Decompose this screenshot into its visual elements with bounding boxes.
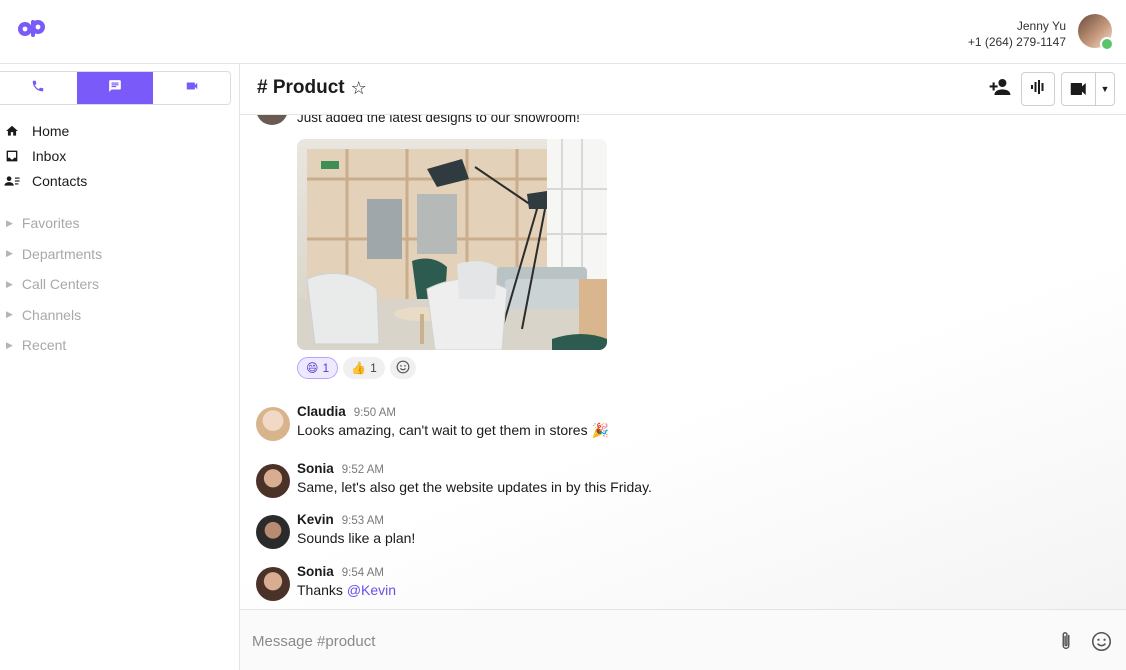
smiley-icon [396,360,410,377]
sender-name[interactable]: Claudia [297,404,346,419]
main-panel: # Product ☆ ▼ Just added the latest desi… [240,64,1126,670]
group-recent-label: Recent [21,337,67,354]
reactions-bar: 😄 1 👍 1 [297,357,416,379]
nav-contacts[interactable]: Contacts [0,168,240,193]
tab-video[interactable] [153,72,230,104]
video-camera-icon [184,79,200,98]
audio-wave-icon [1030,79,1046,100]
message-meta: Kevin 9:53 AM [297,512,384,527]
top-bar: Jenny Yu +1 (264) 279-1147 [0,0,1126,64]
reaction-grin[interactable]: 😄 1 [297,357,339,379]
reaction-thumbs-up[interactable]: 👍 1 [343,357,385,379]
channel-name: # Product [257,77,345,98]
caret-right-icon: ▶ [6,248,13,259]
message-input[interactable] [252,630,1032,652]
channel-title: # Product ☆ [257,77,367,99]
sender-name[interactable]: Sonia [297,461,334,476]
emoji-picker-icon[interactable] [1089,629,1113,653]
home-icon [4,123,20,139]
message-item: Kevin 9:53 AM Sounds like a plan! [256,512,1076,554]
contacts-icon [4,173,20,189]
avatar[interactable] [256,567,290,601]
message-meta: Claudia 9:50 AM [297,404,396,419]
showroom-photo[interactable] [297,139,607,350]
caret-right-icon: ▶ [6,339,13,350]
nav-inbox-label: Inbox [32,147,67,164]
caret-right-icon: ▶ [6,217,13,228]
video-call-button[interactable]: ▼ [1061,72,1115,106]
message-feed: Just added the latest designs to our sho… [240,115,1126,609]
message-meta: Sonia 9:54 AM [297,564,384,579]
caret-right-icon: ▶ [6,309,13,320]
message-time: 9:50 AM [353,407,396,419]
mode-tabs [0,71,231,105]
group-favorites[interactable]: ▶ Favorites [0,208,240,239]
message-text: Looks amazing, can't wait to get them in… [297,422,609,438]
sidebar-groups: ▶ Favorites ▶ Departments ▶ Call Centers… [0,208,240,361]
nav-home-label: Home [32,122,70,139]
reaction-count: 1 [322,361,330,375]
video-camera-icon [1062,73,1096,105]
channel-header: # Product ☆ ▼ [240,64,1126,115]
message-composer [240,609,1126,670]
group-departments[interactable]: ▶ Departments [0,239,240,270]
nav-contacts-label: Contacts [32,172,88,189]
primary-nav: Home Inbox Contacts [0,118,240,193]
inbox-icon [4,148,20,164]
message-time: 9:53 AM [341,515,384,527]
avatar[interactable] [256,407,290,441]
add-member-button[interactable] [985,72,1015,106]
sender-name[interactable]: Kevin [297,512,334,527]
thumbs-up-emoji-icon: 👍 [351,361,367,375]
audio-call-button[interactable] [1021,72,1055,106]
user-info[interactable]: Jenny Yu +1 (264) 279-1147 [968,18,1066,50]
message-item: Sonia 9:52 AM Same, let's also get the w… [256,461,1076,503]
group-channels-label: Channels [21,306,82,323]
caret-right-icon: ▶ [6,278,13,289]
tab-calls[interactable] [0,72,77,104]
user-phone: +1 (264) 279-1147 [967,35,1066,49]
message-meta: Sonia 9:52 AM [297,461,384,476]
paperclip-icon[interactable] [1055,629,1077,653]
sender-name[interactable]: Sonia [297,564,334,579]
group-call-centers[interactable]: ▶ Call Centers [0,269,240,300]
message-text: Thanks @Kevin [297,582,396,598]
add-person-icon [988,78,1012,101]
message-item: Claudia 9:50 AM Looks amazing, can't wai… [256,404,1076,446]
chat-icon [108,79,122,98]
reaction-count: 1 [370,361,377,375]
message-time: 9:52 AM [341,464,384,476]
nav-inbox[interactable]: Inbox [0,143,240,168]
star-icon[interactable]: ☆ [351,78,367,99]
group-channels[interactable]: ▶ Channels [0,300,240,331]
chevron-down-icon[interactable]: ▼ [1096,84,1114,94]
user-mention[interactable]: @Kevin [347,582,396,598]
nav-home[interactable]: Home [0,118,240,143]
message-time: 9:54 AM [341,567,384,579]
message-text: Just added the latest designs to our sho… [297,115,580,125]
phone-icon [31,79,45,98]
user-name: Jenny Yu [1016,19,1066,33]
avatar[interactable] [256,515,290,549]
message-item: Sonia 9:54 AM Thanks @Kevin [256,564,1076,606]
group-favorites-label: Favorites [21,215,80,232]
group-departments-label: Departments [21,245,103,262]
app-logo[interactable] [16,16,48,40]
message-text: Same, let's also get the website updates… [297,479,652,495]
tab-messages[interactable] [76,72,154,104]
group-recent[interactable]: ▶ Recent [0,330,240,361]
sidebar: Home Inbox Contacts ▶ Favorites ▶ Depart… [0,64,240,670]
presence-indicator [1100,37,1114,51]
group-call-centers-label: Call Centers [21,276,99,293]
avatar[interactable] [256,464,290,498]
message-text: Sounds like a plan! [297,530,416,546]
message-text-prefix: Thanks [297,582,347,598]
grin-emoji-icon: 😄 [306,361,319,375]
add-reaction-button[interactable] [389,357,416,379]
avatar [256,115,288,125]
